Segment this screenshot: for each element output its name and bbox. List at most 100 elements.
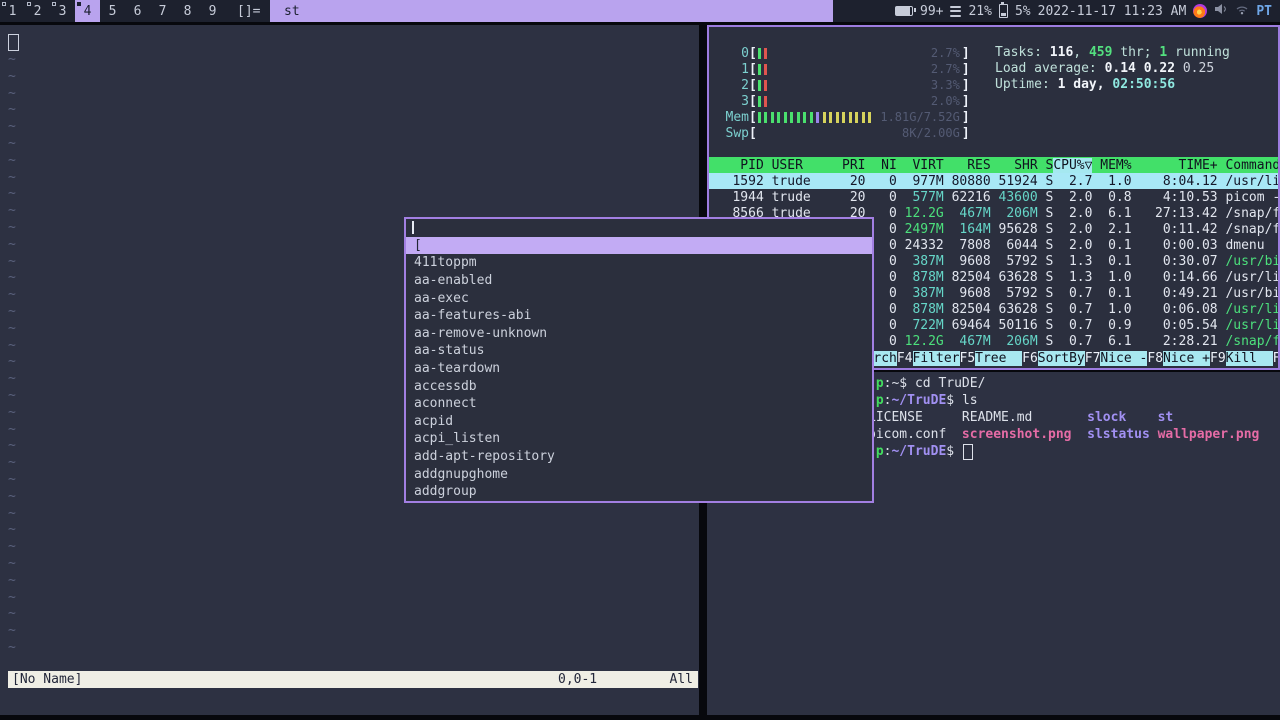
- status-widgets: 99+ 21% 5% 2022-11-17 11:23 AM PT: [895, 0, 1280, 22]
- tilde-line: ~: [8, 471, 16, 487]
- tilde-line: ~: [8, 303, 16, 319]
- tilde-line: ~: [8, 539, 16, 555]
- app-launcher-window[interactable]: [411toppm aa-enabled aa-exec aa-features-ab…: [404, 217, 874, 503]
- launcher-item[interactable]: aa-status: [406, 342, 872, 360]
- fkey-f9[interactable]: F9Kill: [1210, 351, 1273, 367]
- column-header-mem[interactable]: MEM%: [1092, 158, 1131, 173]
- fkey-f6[interactable]: F6SortBy: [1022, 351, 1085, 367]
- statusline-filename: [No Name]: [12, 672, 83, 687]
- meter-swp: Swp[8K/2.00G]: [725, 125, 970, 141]
- tilde-line: ~: [8, 606, 16, 622]
- meter-3: 3[2.0%]: [741, 93, 970, 109]
- launcher-item[interactable]: aa-teardown: [406, 360, 872, 378]
- window-title: st: [284, 3, 300, 19]
- keyboard-layout-indicator[interactable]: PT: [1256, 4, 1272, 19]
- column-header-time[interactable]: TIME+: [1132, 158, 1218, 173]
- tilde-line: ~: [8, 219, 16, 235]
- column-header-shr[interactable]: SHR: [991, 158, 1037, 173]
- window-title-segment: st: [270, 0, 833, 22]
- launcher-item[interactable]: accessdb: [406, 377, 872, 395]
- workspace-tags: 123456789: [0, 0, 225, 22]
- storage-icon: [950, 5, 962, 17]
- tilde-line: ~: [8, 169, 16, 185]
- workspace-tag-8[interactable]: 8: [175, 0, 200, 22]
- workspace-tag-9[interactable]: 9: [200, 0, 225, 22]
- column-header-res[interactable]: RES: [944, 158, 990, 173]
- tilde-line: ~: [8, 354, 16, 370]
- process-row[interactable]: 1592 trude 20 0 977M 80880 51924 S 2.7 1.0 8:04.12…: [709, 173, 1278, 189]
- launcher-item[interactable]: aa-exec: [406, 289, 872, 307]
- launcher-item[interactable]: [: [406, 236, 872, 255]
- terminal-line: picom.conf screenshot.png slstatus wallp…: [868, 427, 1260, 442]
- workspace-tag-2[interactable]: 2: [25, 0, 50, 22]
- launcher-item[interactable]: aconnect: [406, 395, 872, 413]
- launcher-input[interactable]: [406, 219, 872, 237]
- wifi-icon: [1235, 4, 1249, 19]
- terminal-line: p: ~/TruDE $ ls: [868, 393, 978, 408]
- system-info-line: Uptime: 1 day, 02:50:56: [995, 77, 1176, 92]
- tilde-line: ~: [8, 287, 16, 303]
- fkey-f5[interactable]: F5Tree: [960, 351, 1023, 367]
- process-row[interactable]: 1944 trude 20 0 577M 62216 43600 S 2.0 0.8 4:10.53…: [709, 189, 1278, 205]
- tilde-line: ~: [8, 455, 16, 471]
- tilde-line: ~: [8, 253, 16, 269]
- tilde-line: ~: [8, 102, 16, 118]
- tag-client-indicator: [77, 2, 81, 6]
- column-header-ni[interactable]: NI: [866, 158, 897, 173]
- tilde-line: ~: [8, 623, 16, 639]
- statusline-scroll-indicator: All: [669, 672, 693, 687]
- battery-icon: [895, 6, 916, 16]
- meter-mem: Mem[1.81G/7.52G]: [725, 109, 970, 125]
- launcher-item[interactable]: 411toppm: [406, 254, 872, 272]
- launcher-item[interactable]: addgnupghome: [406, 465, 872, 483]
- launcher-item[interactable]: aa-remove-unknown: [406, 325, 872, 343]
- workspace-tag-7[interactable]: 7: [150, 0, 175, 22]
- column-header-user[interactable]: USER: [764, 158, 827, 173]
- tilde-line: ~: [8, 421, 16, 437]
- tilde-line: ~: [8, 438, 16, 454]
- tilde-line: ~: [8, 572, 16, 588]
- meter-1: 1[2.7%]: [741, 61, 970, 77]
- workspace-tag-5[interactable]: 5: [100, 0, 125, 22]
- launcher-item[interactable]: addgroup: [406, 483, 872, 501]
- terminal-line: p:~$ cd TruDE/: [868, 376, 986, 391]
- tag-client-indicator: [52, 2, 56, 6]
- column-header-pri[interactable]: PRI: [826, 158, 865, 173]
- launcher-item[interactable]: aa-enabled: [406, 272, 872, 290]
- volume-icon: [1214, 3, 1228, 19]
- column-header-cmd[interactable]: Command: [1218, 158, 1278, 173]
- fkey-f10[interactable]: F10Quit: [1273, 351, 1278, 367]
- column-header-s[interactable]: S: [1038, 158, 1053, 173]
- launcher-item[interactable]: acpi_listen: [406, 430, 872, 448]
- cpu-memory-meters: 0[2.7%] 1[2.7%] 2[3.3%] 3[2.0%] Mem[1.81G/7.…: [715, 45, 970, 141]
- fkey-f7[interactable]: F7Nice -: [1085, 351, 1148, 367]
- fkey-f4[interactable]: F4Filter: [897, 351, 960, 367]
- tilde-line: ~: [8, 236, 16, 252]
- system-info-line: Tasks: 116, 459 thr; 1 running: [995, 45, 1230, 60]
- workspace-tag-6[interactable]: 6: [125, 0, 150, 22]
- fkey-f8[interactable]: F8Nice +: [1147, 351, 1210, 367]
- tilde-line: ~: [8, 68, 16, 84]
- system-info: Tasks: 116, 459 thr; 1 running Load avera…: [995, 45, 1230, 93]
- editor-statusline: [No Name] 0,0-1 All: [8, 671, 698, 688]
- tilde-line: ~: [8, 119, 16, 135]
- launcher-item[interactable]: add-apt-repository: [406, 448, 872, 466]
- column-header-virt[interactable]: VIRT: [897, 158, 943, 173]
- tilde-line: ~: [8, 186, 16, 202]
- launcher-item[interactable]: acpid: [406, 413, 872, 431]
- process-table-header[interactable]: PID USER PRI NI VIRT RES SHR S CPU%▽ MEM% TIME+ Com…: [709, 157, 1278, 173]
- datetime: 2022-11-17 11:23 AM: [1037, 3, 1187, 19]
- battery-value: 99+: [920, 3, 944, 19]
- tilde-line: ~: [8, 320, 16, 336]
- editor-empty-lines: ~ ~ ~ ~ ~ ~ ~ ~ ~ ~ ~ ~ ~ ~ ~ ~ ~ ~ ~ ~ ~ ~ ~ ~ ~ ~ ~ ~ ~ ~ ~ ~ ~ ~ ~ ~: [8, 52, 16, 657]
- workspace-tag-1[interactable]: 1: [0, 0, 25, 22]
- layout-indicator[interactable]: []=: [231, 0, 266, 22]
- workspace-tag-3[interactable]: 3: [50, 0, 75, 22]
- thermometer-icon: [998, 2, 1008, 18]
- column-header-pid[interactable]: PID: [709, 158, 763, 173]
- launcher-item[interactable]: aa-features-abi: [406, 307, 872, 325]
- workspace-tag-4[interactable]: 4: [75, 0, 100, 22]
- column-header-cpu[interactable]: CPU%▽: [1053, 157, 1093, 173]
- tilde-line: ~: [8, 522, 16, 538]
- firefox-icon: [1193, 4, 1208, 18]
